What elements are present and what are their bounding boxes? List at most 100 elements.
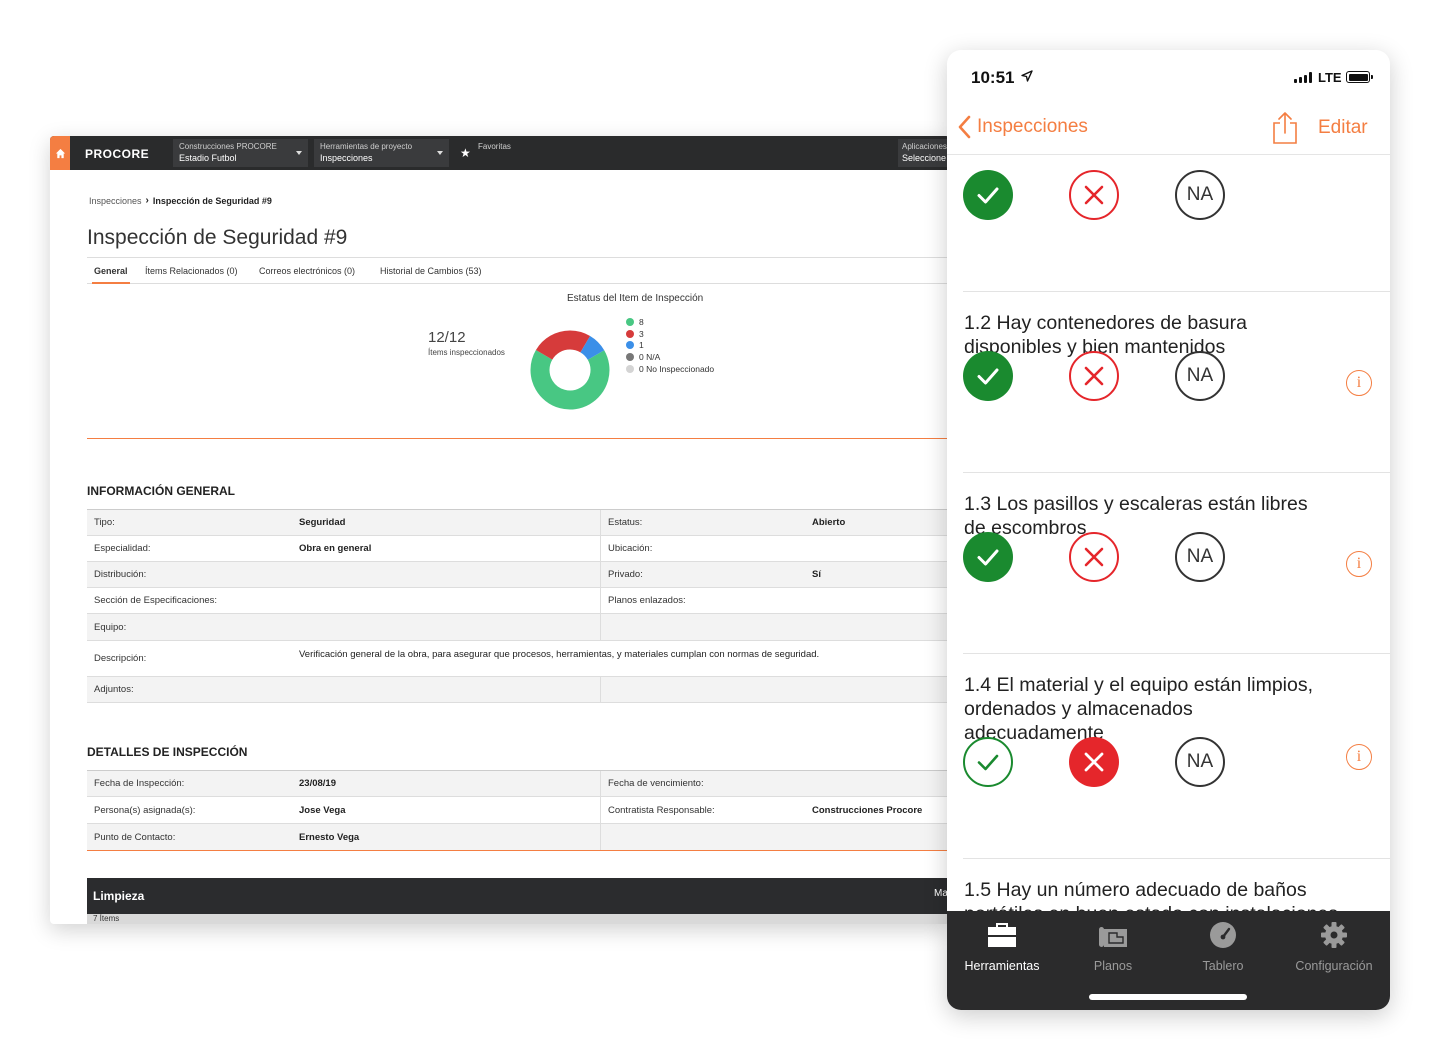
response-row: NA xyxy=(947,340,1390,410)
legend-entry: 0 N/A xyxy=(626,351,714,363)
tab-settings[interactable]: Configuración xyxy=(1279,921,1389,973)
column-divider xyxy=(600,536,601,561)
phone-screen: 10:51 LTE Inspecciones Editar NA 1.2 Hay… xyxy=(947,50,1390,1010)
home-button[interactable] xyxy=(50,136,70,170)
inspection-item-list: NA 1.2 Hay contenedores de basura dispon… xyxy=(947,155,1390,911)
tab-general[interactable]: General xyxy=(94,266,128,276)
legend-entry: 3 xyxy=(626,328,714,340)
fail-button[interactable] xyxy=(1069,170,1119,220)
project-name: Estadio Futbol xyxy=(179,153,237,163)
legend-label: 0 No Inspeccionado xyxy=(639,364,715,375)
status-bar: 10:51 LTE xyxy=(947,50,1390,105)
tab-change-history[interactable]: Historial de Cambios (53) xyxy=(380,266,482,276)
general-info-heading: INFORMACIÓN GENERAL xyxy=(87,484,235,498)
section-bar-action[interactable]: Ma xyxy=(934,888,948,899)
section-bar-limpieza[interactable]: Limpieza xyxy=(87,878,950,914)
field-value: Construcciones Procore xyxy=(812,804,923,816)
tab-emails[interactable]: Correos electrónicos (0) xyxy=(259,266,355,276)
location-arrow-icon xyxy=(1021,70,1033,82)
legend-label: 8 xyxy=(639,316,644,327)
info-row: Tipo: Seguridad Estatus: Abierto xyxy=(87,510,950,536)
info-row: Adjuntos: xyxy=(87,677,950,703)
desktop-window: PROCORE Construcciones PROCORE Estadio F… xyxy=(50,136,950,924)
fail-button[interactable] xyxy=(1069,737,1119,787)
pass-button[interactable] xyxy=(963,532,1013,582)
status-time: 10:51 xyxy=(971,68,1015,87)
tab-drawings[interactable]: Planos xyxy=(1058,921,1168,973)
active-tab-indicator xyxy=(92,282,130,284)
na-button[interactable]: NA xyxy=(1175,737,1225,787)
na-button[interactable]: NA xyxy=(1175,351,1225,401)
apps-dropdown[interactable]: Aplicaciones Seleccione xyxy=(898,139,950,167)
share-icon[interactable] xyxy=(1272,111,1298,145)
gauge-icon xyxy=(1210,922,1236,948)
question-text: 1.5 Hay un número adecuado de baños port… xyxy=(964,879,1338,911)
favorites-label[interactable]: Favoritas xyxy=(478,142,511,151)
info-row: Equipo: xyxy=(87,614,950,641)
na-button[interactable]: NA xyxy=(1175,170,1225,220)
network-type: LTE xyxy=(1318,70,1342,85)
field-label: Fecha de vencimiento: xyxy=(608,778,704,789)
back-button[interactable]: Inspecciones xyxy=(957,115,1088,139)
inspected-count-label: Ítems inspeccionados xyxy=(428,348,505,357)
tab-bar: General Ítems Relacionados (0) Correos e… xyxy=(87,257,950,284)
section-item-count: 7 Ítems xyxy=(87,914,950,924)
procore-logo: PROCORE xyxy=(85,147,150,161)
close-icon xyxy=(1084,547,1104,567)
chart-title: Estatus del Item de Inspección xyxy=(567,293,704,304)
close-icon xyxy=(1084,185,1104,205)
field-label: Planos enlazados: xyxy=(608,595,686,606)
info-row: Sección de Especificaciones: Planos enlaz… xyxy=(87,588,950,614)
field-label: Fecha de Inspección: xyxy=(94,778,185,789)
legend-swatch xyxy=(626,329,634,338)
edit-button[interactable]: Editar xyxy=(1318,117,1368,139)
legend-label: 3 xyxy=(639,328,644,339)
home-icon xyxy=(55,148,65,158)
home-indicator[interactable] xyxy=(1089,994,1247,1000)
tab-tools[interactable]: Herramientas xyxy=(947,921,1057,973)
tab-dashboard[interactable]: Tablero xyxy=(1168,921,1278,973)
breadcrumb: Inspecciones › Inspección de Seguridad #… xyxy=(89,195,272,206)
section-divider xyxy=(87,438,950,439)
tab-related-items[interactable]: Ítems Relacionados (0) xyxy=(145,266,238,276)
field-label: Adjuntos: xyxy=(94,684,134,695)
legend-label: 1 xyxy=(639,340,644,351)
legend-entry: 8 xyxy=(626,316,714,328)
list-separator xyxy=(963,291,1390,292)
general-info-table: Tipo: Seguridad Estatus: Abierto Especialida… xyxy=(87,509,950,703)
field-label: Sección de Especificaciones: xyxy=(94,595,218,606)
field-value: Sí xyxy=(812,569,821,580)
fail-button[interactable] xyxy=(1069,532,1119,582)
field-label: Persona(s) asignada(s): xyxy=(94,804,196,816)
gear-icon xyxy=(1321,922,1347,948)
close-icon xyxy=(1084,752,1104,772)
field-value: 23/08/19 xyxy=(299,778,336,789)
battery-icon xyxy=(1346,71,1373,83)
chevron-down-icon xyxy=(437,151,443,155)
fail-button[interactable] xyxy=(1069,351,1119,401)
column-divider xyxy=(600,614,601,640)
project-tools-dropdown[interactable]: Herramientas de proyecto Inspecciones xyxy=(314,139,449,167)
column-divider xyxy=(600,588,601,613)
pass-button[interactable] xyxy=(963,170,1013,220)
breadcrumb-parent[interactable]: Inspecciones xyxy=(89,196,142,206)
pass-button[interactable] xyxy=(963,737,1013,787)
close-icon xyxy=(1084,366,1104,386)
pass-button[interactable] xyxy=(963,351,1013,401)
info-row: Punto de Contacto: Ernesto Vega xyxy=(87,824,950,851)
column-divider xyxy=(600,510,601,535)
field-label: Descripción: xyxy=(94,653,147,664)
column-divider xyxy=(600,771,601,796)
apps-label: Aplicaciones xyxy=(902,142,947,151)
legend-swatch xyxy=(626,317,634,326)
star-icon[interactable]: ★ xyxy=(460,146,471,160)
top-navigation-bar: PROCORE Construcciones PROCORE Estadio F… xyxy=(50,136,950,170)
field-label: Punto de Contacto: xyxy=(94,831,176,843)
na-button[interactable]: NA xyxy=(1175,532,1225,582)
field-label: Privado: xyxy=(608,569,643,580)
info-row: Descripción: Verificación general de la o… xyxy=(87,641,950,677)
info-row: Especialidad: Obra en general Ubicación: xyxy=(87,536,950,562)
toolbox-icon xyxy=(988,923,1016,947)
field-label: Ubicación: xyxy=(608,543,653,554)
company-project-dropdown[interactable]: Construcciones PROCORE Estadio Futbol xyxy=(173,139,308,167)
